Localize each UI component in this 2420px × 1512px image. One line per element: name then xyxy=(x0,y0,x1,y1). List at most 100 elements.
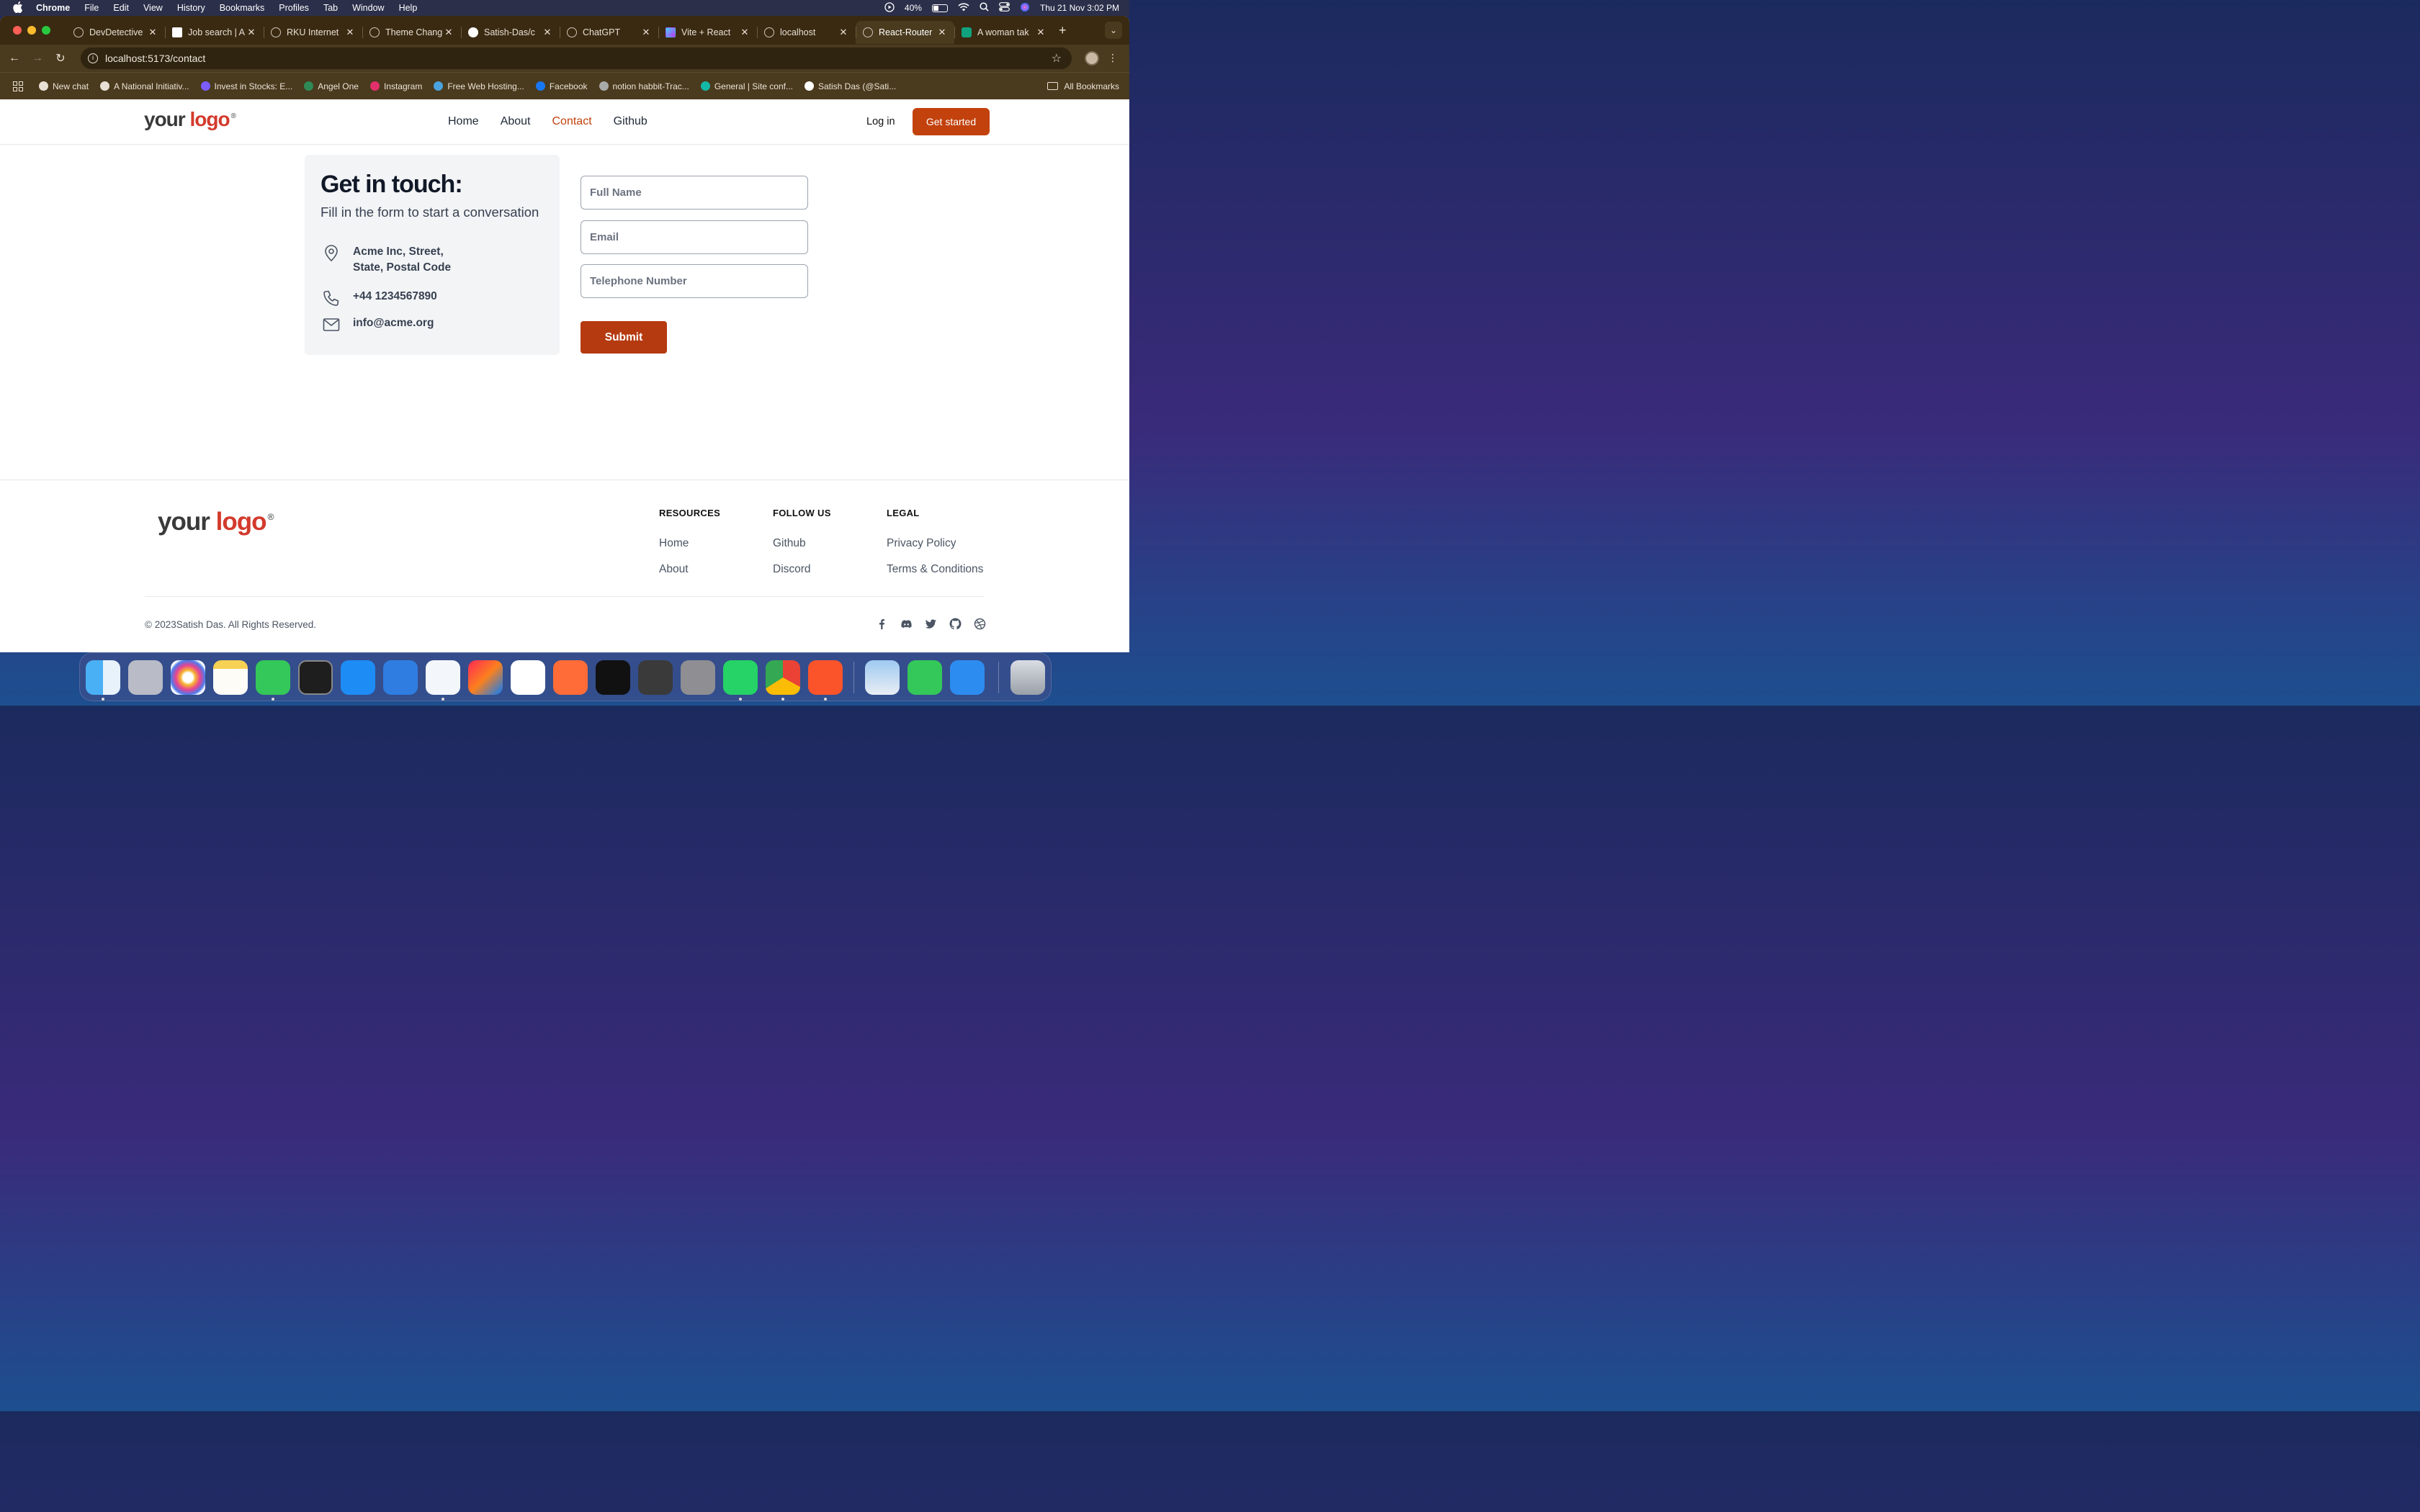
tab-close-icon[interactable]: ✕ xyxy=(641,27,651,38)
chrome-app-icon[interactable] xyxy=(766,660,800,695)
apple-tv-app-icon[interactable] xyxy=(596,660,630,695)
xcode-app-icon[interactable] xyxy=(383,660,418,695)
menu-profiles[interactable]: Profiles xyxy=(279,3,309,13)
tab-localhost[interactable]: localhost ✕ xyxy=(757,21,856,44)
intellij-app-icon[interactable] xyxy=(468,660,503,695)
tab-close-icon[interactable]: ✕ xyxy=(444,27,454,38)
menubar-datetime[interactable]: Thu 21 Nov 3:02 PM xyxy=(1040,3,1119,13)
bookmark-item[interactable]: Angel One xyxy=(304,81,359,91)
menu-history[interactable]: History xyxy=(177,3,205,13)
tab-close-icon[interactable]: ✕ xyxy=(838,27,848,38)
site-info-icon[interactable]: i xyxy=(88,53,98,63)
login-link[interactable]: Log in xyxy=(866,116,895,127)
vscode-app-icon[interactable] xyxy=(426,660,460,695)
tab-close-icon[interactable]: ✕ xyxy=(345,27,355,38)
tab-devdetective[interactable]: DevDetective ✕ xyxy=(66,21,165,44)
new-tab-button[interactable]: + xyxy=(1059,23,1067,38)
minimize-window-button[interactable] xyxy=(27,26,36,35)
tab-react-router[interactable]: React-Router ✕ xyxy=(856,21,954,44)
footer-link-privacy[interactable]: Privacy Policy xyxy=(887,537,983,550)
submit-button[interactable]: Submit xyxy=(581,321,667,354)
whatsapp-app-icon[interactable] xyxy=(723,660,758,695)
brave-app-icon[interactable] xyxy=(808,660,843,695)
messages-app-icon[interactable] xyxy=(256,660,290,695)
footer-link-about[interactable]: About xyxy=(659,563,720,576)
nav-contact[interactable]: Contact xyxy=(552,115,592,128)
bookmark-item[interactable]: notion habbit-Trac... xyxy=(599,81,689,91)
menu-window[interactable]: Window xyxy=(352,3,384,13)
apps-grid-icon[interactable] xyxy=(13,81,23,91)
menu-chrome[interactable]: Chrome xyxy=(36,3,70,13)
tab-chatgpt[interactable]: ChatGPT ✕ xyxy=(560,21,658,44)
chrome-menu-icon[interactable]: ⋮ xyxy=(1108,52,1118,64)
get-started-button[interactable]: Get started xyxy=(913,108,990,135)
battery-icon[interactable] xyxy=(931,4,948,12)
finder-app-icon[interactable] xyxy=(86,660,120,695)
tab-woman[interactable]: A woman tak ✕ xyxy=(954,21,1053,44)
forward-arrow-icon[interactable]: → xyxy=(26,52,49,65)
address-bar[interactable]: i localhost:5173/contact ☆ xyxy=(81,48,1072,69)
reload-icon[interactable]: ↻ xyxy=(49,51,72,66)
tab-search-chevron-icon[interactable]: ⌄ xyxy=(1105,22,1122,39)
mongodb-compass-app-icon[interactable] xyxy=(511,660,545,695)
launchpad-app-icon[interactable] xyxy=(128,660,163,695)
simulator-app-icon[interactable] xyxy=(950,660,985,695)
siri-icon[interactable] xyxy=(1020,2,1030,14)
zoom-window-button[interactable] xyxy=(42,26,50,35)
tab-rku-internet[interactable]: RKU Internet ✕ xyxy=(264,21,362,44)
github-icon[interactable] xyxy=(949,618,962,630)
tab-close-icon[interactable]: ✕ xyxy=(740,27,750,38)
email-input[interactable] xyxy=(581,220,808,254)
menu-view[interactable]: View xyxy=(143,3,163,13)
menu-tab[interactable]: Tab xyxy=(323,3,338,13)
postman-app-icon[interactable] xyxy=(553,660,588,695)
footer-logo[interactable]: your logo ® xyxy=(158,508,274,536)
twitter-icon[interactable] xyxy=(925,618,937,630)
app-store-app-icon[interactable] xyxy=(341,660,375,695)
menu-file[interactable]: File xyxy=(84,3,99,13)
tab-vite-react[interactable]: Vite + React ✕ xyxy=(658,21,757,44)
preview-app-icon[interactable] xyxy=(865,660,900,695)
menu-help[interactable]: Help xyxy=(399,3,418,13)
facebook-icon[interactable] xyxy=(876,618,888,630)
footer-link-github[interactable]: Github xyxy=(773,537,831,550)
dribbble-icon[interactable] xyxy=(974,618,986,630)
apple-menu-icon[interactable] xyxy=(13,1,26,15)
notes-app-icon[interactable] xyxy=(213,660,248,695)
bookmark-item[interactable]: Satish Das (@Sati... xyxy=(804,81,896,91)
url-text[interactable]: localhost:5173/contact xyxy=(105,53,205,64)
bookmark-item[interactable]: A National Initiativ... xyxy=(100,81,189,91)
spotlight-search-icon[interactable] xyxy=(980,2,989,14)
tab-job-search[interactable]: Job search | A ✕ xyxy=(165,21,264,44)
footer-link-discord[interactable]: Discord xyxy=(773,563,831,576)
tab-close-icon[interactable]: ✕ xyxy=(1036,27,1046,38)
bookmark-item[interactable]: Facebook xyxy=(535,81,588,91)
tab-close-icon[interactable]: ✕ xyxy=(148,27,158,38)
tab-close-icon[interactable]: ✕ xyxy=(246,27,256,38)
footer-link-terms[interactable]: Terms & Conditions xyxy=(887,563,983,576)
nav-home[interactable]: Home xyxy=(448,115,479,128)
all-bookmarks-button[interactable]: All Bookmarks xyxy=(1047,81,1119,91)
quicktime-app-icon[interactable] xyxy=(638,660,673,695)
menu-bookmarks[interactable]: Bookmarks xyxy=(220,3,265,13)
menu-edit[interactable]: Edit xyxy=(113,3,129,13)
tab-close-icon[interactable]: ✕ xyxy=(542,27,552,38)
close-window-button[interactable] xyxy=(13,26,22,35)
telephone-input[interactable] xyxy=(581,264,808,298)
tab-close-icon[interactable]: ✕ xyxy=(937,27,947,38)
bookmark-item[interactable]: New chat xyxy=(39,81,89,91)
screen-record-icon[interactable] xyxy=(884,1,895,14)
bookmark-item[interactable]: Instagram xyxy=(369,81,422,91)
system-settings-app-icon[interactable] xyxy=(681,660,715,695)
bookmark-star-icon[interactable]: ☆ xyxy=(1052,51,1062,66)
footer-link-home[interactable]: Home xyxy=(659,537,720,550)
bookmark-item[interactable]: Free Web Hosting... xyxy=(434,81,524,91)
control-center-icon[interactable] xyxy=(999,2,1010,14)
trash-icon[interactable] xyxy=(1010,660,1045,695)
discord-icon[interactable] xyxy=(900,618,913,630)
nav-github[interactable]: Github xyxy=(614,115,647,128)
photos-app-icon[interactable] xyxy=(171,660,205,695)
bookmark-item[interactable]: General | Site conf... xyxy=(700,81,793,91)
terminal-app-icon[interactable] xyxy=(298,660,333,695)
site-logo[interactable]: your logo ® xyxy=(144,108,236,131)
